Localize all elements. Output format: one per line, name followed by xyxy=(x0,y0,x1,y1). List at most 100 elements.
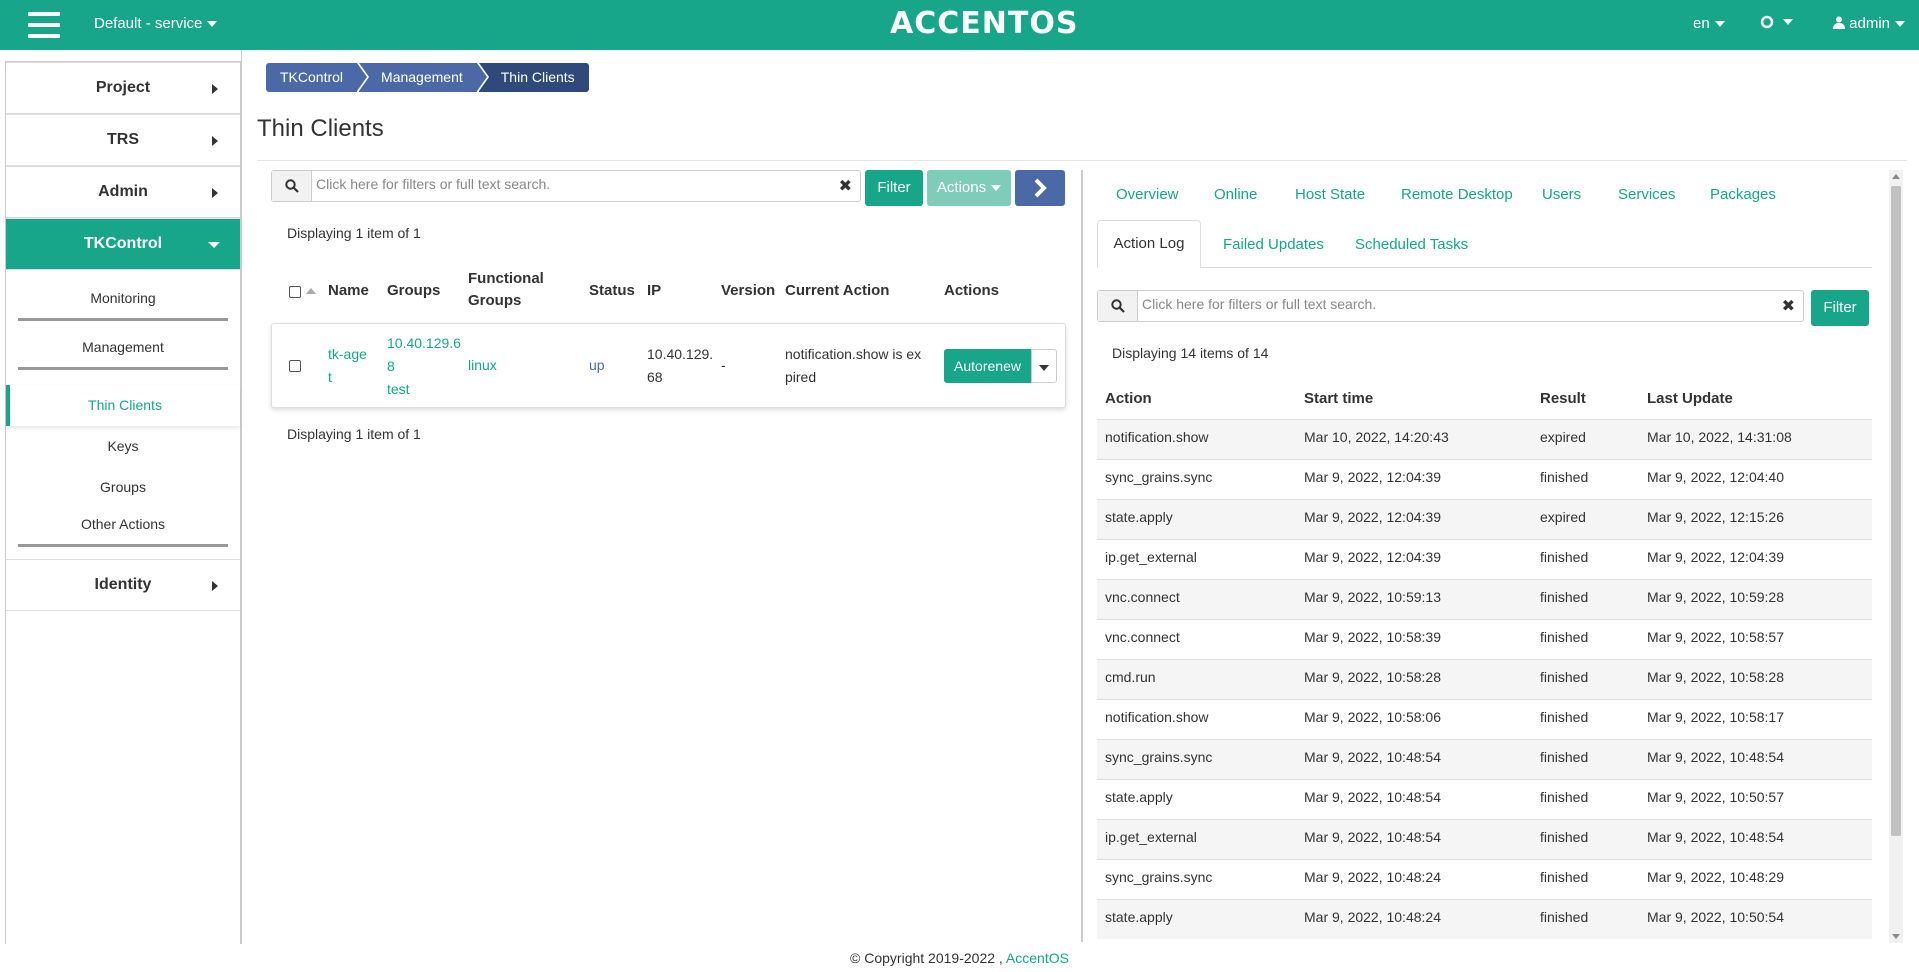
action-cell: vnc.connect xyxy=(1105,629,1180,645)
sidebar-item-trs[interactable]: TRS xyxy=(6,114,240,166)
language-selector[interactable]: en xyxy=(1693,15,1725,32)
row-actions-dropdown[interactable] xyxy=(1031,349,1057,383)
column-header[interactable]: Action xyxy=(1105,390,1152,407)
search-icon xyxy=(1098,291,1138,321)
column-header[interactable]: Version xyxy=(721,280,775,302)
tab-services[interactable]: Services xyxy=(1618,186,1676,203)
action-cell: ip.get_external xyxy=(1105,829,1197,845)
table-row[interactable]: sync_grains.sync Mar 9, 2022, 12:04:39 fin… xyxy=(1097,459,1872,499)
functional-groups-link[interactable]: linux xyxy=(468,354,497,377)
row-checkbox[interactable] xyxy=(289,360,301,372)
project-label: Default - service xyxy=(94,15,203,32)
tab-host-state[interactable]: Host State xyxy=(1295,186,1365,203)
sidebar-item-admin[interactable]: Admin xyxy=(6,166,240,218)
tab-online[interactable]: Online xyxy=(1214,186,1257,203)
scrollbar[interactable] xyxy=(1889,170,1903,943)
select-all-checkbox[interactable] xyxy=(289,286,301,298)
close-icon[interactable]: ✖ xyxy=(1782,296,1795,316)
user-label: admin xyxy=(1849,15,1891,32)
table-row[interactable]: sync_grains.sync Mar 9, 2022, 10:48:54 fin… xyxy=(1097,739,1872,779)
sidebar-item-tkcontrol[interactable]: TKControl xyxy=(6,218,240,270)
table-row[interactable]: state.apply Mar 9, 2022, 10:48:54 finished… xyxy=(1097,779,1872,819)
sidebar-item-project[interactable]: Project xyxy=(6,62,240,114)
status-value: up xyxy=(589,357,605,373)
column-header[interactable]: Start time xyxy=(1304,390,1373,407)
sidebar-group-monitoring[interactable]: Monitoring xyxy=(6,270,240,318)
table-row[interactable]: notification.show Mar 10, 2022, 14:20:43 e… xyxy=(1097,419,1872,459)
table-row[interactable]: ip.get_external Mar 9, 2022, 10:48:54 fini… xyxy=(1097,819,1872,859)
column-header[interactable]: Functional Groups xyxy=(468,268,548,312)
divider xyxy=(257,160,1907,161)
scroll-up-icon[interactable] xyxy=(1892,174,1900,179)
chevron-down-icon xyxy=(1895,21,1906,28)
breadcrumb-tkcontrol[interactable]: TKControl xyxy=(266,63,368,92)
column-header[interactable]: Groups xyxy=(387,280,440,302)
settings-menu[interactable] xyxy=(1759,13,1793,30)
sidebar-item-label: TKControl xyxy=(83,235,163,252)
tab-scheduled-tasks[interactable]: Scheduled Tasks xyxy=(1355,236,1468,253)
tab-failed-updates[interactable]: Failed Updates xyxy=(1223,236,1324,253)
tab-overview[interactable]: Overview xyxy=(1116,186,1179,203)
groups-link[interactable]: 10.40.129.6 8 test xyxy=(387,332,461,401)
autorenew-button[interactable]: Autorenew xyxy=(944,349,1031,383)
start-time-cell: Mar 10, 2022, 14:20:43 xyxy=(1304,429,1449,445)
filter-button[interactable]: Filter xyxy=(1811,290,1869,326)
column-header[interactable]: Name xyxy=(328,280,369,302)
last-update-cell: Mar 9, 2022, 10:58:17 xyxy=(1647,709,1784,725)
table-row[interactable]: vnc.connect Mar 9, 2022, 10:59:13 finished… xyxy=(1097,579,1872,619)
thin-client-name-link[interactable]: tk-age t xyxy=(328,343,367,389)
sidebar-group-other-actions[interactable]: Other Actions xyxy=(6,508,240,544)
sidebar-item-identity[interactable]: Identity xyxy=(6,559,240,611)
actions-button[interactable]: Actions xyxy=(927,170,1011,206)
expand-button[interactable] xyxy=(1015,170,1065,206)
sidebar-item-keys[interactable]: Keys xyxy=(6,426,240,467)
project-selector[interactable]: Default - service xyxy=(94,15,218,32)
table-row[interactable]: notification.show Mar 9, 2022, 10:58:06 fi… xyxy=(1097,699,1872,739)
user-menu[interactable]: admin xyxy=(1833,15,1906,32)
ip-line: 68 xyxy=(647,369,663,385)
start-time-cell: Mar 9, 2022, 10:48:54 xyxy=(1304,749,1441,765)
filter-button[interactable]: Filter xyxy=(865,170,923,206)
displaying-count: Displaying 1 item of 1 xyxy=(287,426,421,442)
breadcrumb-management[interactable]: Management xyxy=(359,63,487,92)
column-header[interactable]: Result xyxy=(1540,390,1586,407)
tab-action-log[interactable]: Action Log xyxy=(1097,220,1201,268)
gear-icon xyxy=(1760,15,1774,29)
column-header[interactable]: Current Action xyxy=(785,280,889,302)
user-icon xyxy=(1833,16,1845,29)
table-row[interactable]: state.apply Mar 9, 2022, 10:48:24 finished… xyxy=(1097,899,1872,939)
menu-icon[interactable] xyxy=(28,12,60,38)
footer-brand-link[interactable]: AccentOS xyxy=(1006,950,1069,966)
start-time-cell: Mar 9, 2022, 10:48:54 xyxy=(1304,789,1441,805)
chevron-down-icon xyxy=(1783,19,1793,26)
action-cell: vnc.connect xyxy=(1105,589,1180,605)
sidebar-item-thin-clients[interactable]: Thin Clients xyxy=(6,385,240,426)
scroll-down-icon[interactable] xyxy=(1892,934,1900,939)
sidebar-item-groups[interactable]: Groups xyxy=(6,467,240,508)
close-icon[interactable]: ✖ xyxy=(839,176,852,196)
breadcrumb-thin-clients[interactable]: Thin Clients xyxy=(478,63,589,92)
column-header[interactable]: Last Update xyxy=(1647,390,1733,407)
search-input[interactable] xyxy=(316,176,796,192)
displaying-count: Displaying 14 items of 14 xyxy=(1112,345,1269,361)
result-cell: finished xyxy=(1540,709,1589,725)
column-header: Actions xyxy=(944,282,1000,299)
table-row[interactable]: sync_grains.sync Mar 9, 2022, 10:48:24 fin… xyxy=(1097,859,1872,899)
scrollbar-thumb[interactable] xyxy=(1891,186,1901,836)
version-value: - xyxy=(721,357,726,373)
sidebar-group-management[interactable]: Management xyxy=(6,321,240,367)
column-header[interactable]: IP xyxy=(647,280,661,302)
search-input[interactable] xyxy=(1142,296,1742,312)
tab-remote-desktop[interactable]: Remote Desktop xyxy=(1401,186,1513,203)
table-row[interactable]: vnc.connect Mar 9, 2022, 10:58:39 finished… xyxy=(1097,619,1872,659)
start-time-cell: Mar 9, 2022, 12:04:39 xyxy=(1304,509,1441,525)
table-row[interactable]: ip.get_external Mar 9, 2022, 12:04:39 fini… xyxy=(1097,539,1872,579)
table-row[interactable]: state.apply Mar 9, 2022, 12:04:39 expired M… xyxy=(1097,499,1872,539)
tab-packages[interactable]: Packages xyxy=(1710,186,1776,203)
sort-icon[interactable] xyxy=(306,288,316,294)
column-header[interactable]: Status xyxy=(589,280,635,302)
sidebar: Project TRS Admin TKControl Monitoring M… xyxy=(5,61,241,944)
table-row[interactable]: cmd.run Mar 9, 2022, 10:58:28 finished Mar … xyxy=(1097,659,1872,699)
tab-users[interactable]: Users xyxy=(1542,186,1581,203)
chevron-down-icon xyxy=(991,185,1002,192)
